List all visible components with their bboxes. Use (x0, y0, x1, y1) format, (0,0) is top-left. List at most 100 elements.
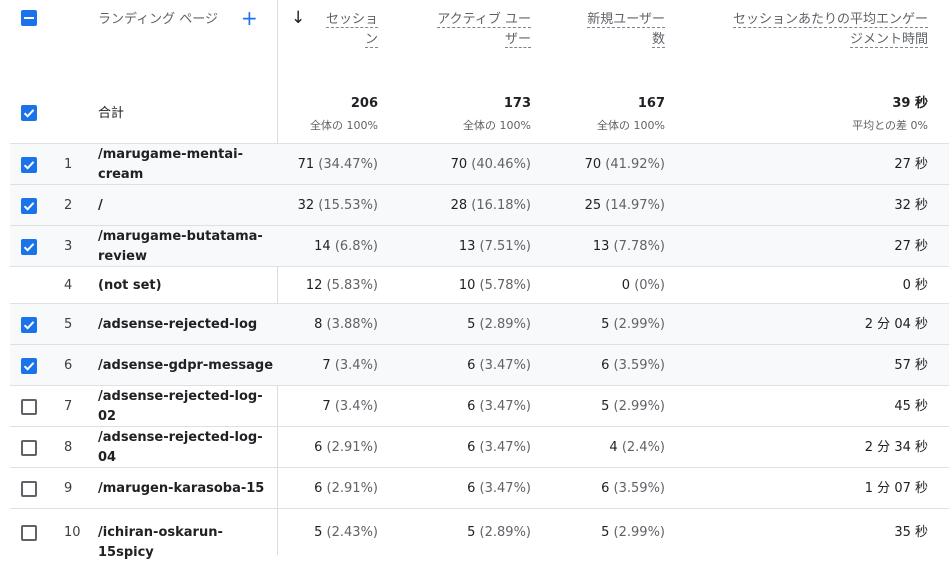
active-users-value: 5 (467, 525, 476, 540)
totals-active-users: 173 (503, 96, 531, 111)
row-checkbox[interactable] (21, 317, 37, 333)
new-users-value: 5 (601, 399, 610, 414)
active-users-header-line2: ザー (504, 32, 531, 48)
table-row[interactable]: 4 (not set) 12 (5.83%) 10 (5.78%) 0 (0%) 0 秒 (10, 266, 949, 304)
engagement-cell: 35 秒 (894, 525, 928, 540)
active-users-percent: (5.78%) (479, 278, 531, 293)
table-row[interactable]: 1/marugame-mentai-cream 71 (34.47%) 70 (40… (10, 143, 949, 185)
table-row[interactable]: 2/32 (15.53%) 28 (16.18%) 25 (14.97%) 32 秒 (10, 184, 949, 226)
table-row[interactable]: 5/adsense-rejected-log 8 (3.88%) 5 (2.89%)… (10, 303, 949, 345)
landing-page-path[interactable]: /adsense-rejected-log (98, 315, 278, 335)
new-users-cell: 5 (2.99%) (550, 397, 665, 417)
table-row[interactable]: 6/adsense-gdpr-message 7 (3.4%) 6 (3.47%) 6… (10, 344, 949, 386)
sessions-value: 71 (297, 157, 315, 172)
active-users-percent: (3.47%) (479, 481, 531, 496)
table-row[interactable]: 10/ichiran-oskarun-15spicy 5 (2.43%) 5 (2.… (10, 508, 949, 560)
sessions-header[interactable]: セッショ ン (300, 10, 378, 50)
active-users-value: 6 (467, 358, 476, 373)
new-users-cell: 70 (41.92%) (550, 155, 665, 175)
landing-page-path[interactable]: /marugame-mentai-cream (98, 145, 263, 185)
new-users-value: 5 (601, 317, 610, 332)
engagement-header[interactable]: セッションあたりの平均エンゲー ジメント時間 (690, 10, 928, 50)
active-users-cell: 5 (2.89%) (410, 315, 531, 335)
landing-page-path-line1: /marugame-butatama- (98, 229, 263, 244)
table-row[interactable]: 3/marugame-butatama-review 14 (6.8%) 13 (7… (10, 225, 949, 267)
row-index: 6 (64, 358, 73, 373)
row-index: 4 (64, 278, 73, 293)
active-users-cell: 10 (5.78%) (410, 276, 531, 296)
new-users-percent: (0%) (634, 278, 665, 293)
active-users-value: 70 (450, 157, 468, 172)
sessions-value: 5 (314, 525, 323, 540)
row-checkbox[interactable] (21, 358, 37, 374)
row-index: 7 (64, 399, 73, 414)
landing-page-path[interactable]: /adsense-gdpr-message (98, 356, 278, 376)
active-users-percent: (40.46%) (471, 157, 531, 172)
table-row[interactable]: 8/adsense-rejected-log- 04 6 (2.91%) 6 (3.4… (10, 426, 949, 468)
new-users-cell: 25 (14.97%) (550, 196, 665, 216)
active-users-value: 28 (450, 198, 468, 213)
row-checkbox[interactable] (21, 481, 37, 497)
row-checkbox[interactable] (21, 157, 37, 173)
row-checkbox[interactable] (21, 239, 37, 255)
active-users-percent: (3.47%) (479, 358, 531, 373)
landing-page-path-line2: review (98, 249, 147, 264)
new-users-cell: 4 (2.4%) (550, 438, 665, 458)
sessions-value: 6 (314, 440, 323, 455)
active-users-cell: 70 (40.46%) (410, 155, 531, 175)
add-dimension-icon[interactable]: + (241, 8, 258, 28)
active-users-cell: 28 (16.18%) (410, 196, 531, 216)
row-checkbox[interactable] (21, 399, 37, 415)
landing-page-header[interactable]: ランディング ページ (98, 10, 218, 30)
new-users-header[interactable]: 新規ユーザー 数 (550, 10, 665, 50)
new-users-percent: (2.4%) (621, 440, 665, 455)
table-row[interactable]: 9/marugen-karasoba-15 6 (2.91%) 6 (3.47%) 6… (10, 467, 949, 509)
row-checkbox[interactable] (21, 198, 37, 214)
landing-page-path-line1: /marugame-mentai- (98, 147, 244, 162)
landing-page-path[interactable]: / (98, 196, 278, 216)
landing-page-path[interactable]: /marugen-karasoba-15 (98, 479, 278, 499)
sessions-percent: (2.43%) (326, 525, 378, 540)
sessions-cell: 14 (6.8%) (280, 237, 378, 257)
active-users-cell: 6 (3.47%) (410, 397, 531, 417)
sessions-percent: (6.8%) (334, 239, 378, 254)
sessions-cell: 5 (2.43%) (280, 523, 378, 543)
landing-page-path[interactable]: /marugame-butatama-review (98, 227, 263, 267)
sessions-header-line1: セッショ (325, 12, 378, 28)
landing-page-path[interactable]: /adsense-rejected-log- 04 (98, 428, 263, 468)
sessions-cell: 71 (34.47%) (280, 155, 378, 175)
select-all-checkbox[interactable] (21, 10, 37, 26)
sessions-value: 12 (305, 278, 323, 293)
row-index: 9 (64, 481, 73, 496)
sessions-value: 32 (297, 198, 315, 213)
active-users-percent: (3.47%) (479, 399, 531, 414)
landing-page-path[interactable]: /ichiran-oskarun-15spicy (98, 523, 278, 563)
new-users-value: 4 (609, 440, 618, 455)
landing-page-path[interactable]: (not set) (98, 276, 278, 296)
new-users-percent: (14.97%) (605, 198, 665, 213)
active-users-cell: 5 (2.89%) (410, 523, 531, 543)
active-users-cell: 6 (3.47%) (410, 479, 531, 499)
sessions-cell: 7 (3.4%) (280, 356, 378, 376)
table-row[interactable]: 7/adsense-rejected-log- 02 7 (3.4%) 6 (3.47… (10, 385, 949, 427)
totals-checkbox[interactable] (21, 105, 37, 121)
new-users-percent: (2.99%) (613, 317, 665, 332)
sessions-percent: (3.4%) (334, 358, 378, 373)
row-checkbox[interactable] (21, 440, 37, 456)
engagement-cell: 2 分 34 秒 (864, 440, 928, 455)
new-users-percent: (2.99%) (613, 399, 665, 414)
totals-sessions: 206 (350, 96, 378, 111)
new-users-value: 0 (621, 278, 631, 293)
row-checkbox[interactable] (21, 525, 37, 541)
sessions-value: 7 (322, 358, 331, 373)
active-users-value: 10 (458, 278, 476, 293)
sessions-value: 14 (314, 239, 331, 254)
new-users-percent: (7.78%) (613, 239, 665, 254)
engagement-cell: 45 秒 (894, 399, 928, 414)
totals-engagement: 39 秒 (892, 96, 928, 111)
landing-page-path[interactable]: /adsense-rejected-log- 02 (98, 387, 263, 427)
landing-page-path-line1: /adsense-rejected-log- (98, 389, 263, 404)
row-index: 8 (64, 440, 73, 455)
active-users-cell: 6 (3.47%) (410, 438, 531, 458)
active-users-header[interactable]: アクティブ ユー ザー (395, 10, 531, 50)
